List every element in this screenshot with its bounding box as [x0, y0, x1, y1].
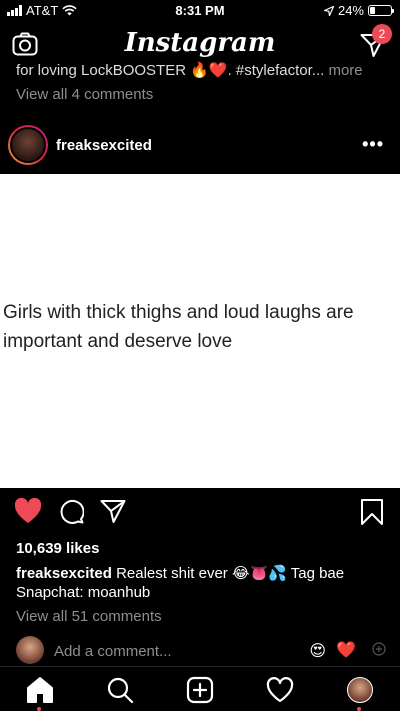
- share-icon[interactable]: [100, 498, 126, 524]
- post-header: freaksexcited •••: [0, 122, 400, 172]
- previous-view-comments-link[interactable]: View all 4 comments: [16, 86, 153, 103]
- new-post-icon: [186, 676, 214, 704]
- post-image[interactable]: Girls with thick thighs and loud laughs …: [0, 174, 400, 488]
- instagram-logo: Instagram: [124, 28, 276, 58]
- tab-profile[interactable]: [345, 675, 375, 711]
- tab-new-post[interactable]: [185, 675, 215, 705]
- profile-notification-dot: [357, 707, 361, 711]
- more-options-icon[interactable]: •••: [362, 134, 384, 155]
- comment-icon[interactable]: [58, 498, 84, 524]
- location-arrow-icon: [323, 5, 334, 16]
- view-comments-link[interactable]: View all 51 comments: [16, 608, 162, 625]
- caption-username[interactable]: freaksexcited: [16, 565, 112, 582]
- add-comment-input[interactable]: Add a comment...: [54, 643, 172, 660]
- bookmark-icon[interactable]: [360, 498, 384, 526]
- add-comment-row: Add a comment... 😍 ❤️: [0, 636, 400, 666]
- direct-notification-badge: 2: [372, 24, 392, 44]
- tab-home[interactable]: [25, 675, 55, 711]
- post-actions: [0, 498, 400, 532]
- red-heart-emoji-button[interactable]: ❤️: [336, 640, 356, 660]
- battery-icon: [368, 5, 394, 16]
- avatar: [10, 127, 46, 163]
- status-bar: AT&T 8:31 PM 24%: [0, 0, 400, 22]
- current-user-avatar: [16, 636, 44, 664]
- post-caption: freaksexcited Realest shit ever 😂👅💦 Tag …: [16, 564, 386, 602]
- battery-percent: 24%: [337, 3, 364, 18]
- more-emoji-icon[interactable]: [372, 642, 386, 656]
- post-image-text: Girls with thick thighs and loud laughs …: [3, 302, 354, 352]
- like-heart-icon[interactable]: [14, 498, 42, 524]
- previous-post-caption[interactable]: for loving LockBOOSTER 🔥❤️. #stylefactor…: [16, 60, 386, 78]
- more-link[interactable]: more: [328, 62, 362, 78]
- previous-caption-text: for loving LockBOOSTER 🔥❤️. #stylefactor…: [16, 62, 325, 78]
- active-tab-dot: [37, 707, 41, 711]
- likes-count[interactable]: 10,639 likes: [16, 540, 99, 557]
- tab-activity[interactable]: [265, 675, 295, 705]
- bottom-tab-bar: [0, 666, 400, 711]
- post-username[interactable]: freaksexcited: [56, 137, 152, 154]
- heart-eyes-emoji-button[interactable]: 😍: [309, 641, 326, 661]
- tab-search[interactable]: [105, 675, 135, 705]
- activity-heart-icon: [266, 677, 294, 703]
- story-ring[interactable]: [8, 125, 48, 165]
- profile-avatar: [347, 677, 373, 703]
- home-icon: [27, 677, 53, 703]
- search-icon: [107, 677, 134, 704]
